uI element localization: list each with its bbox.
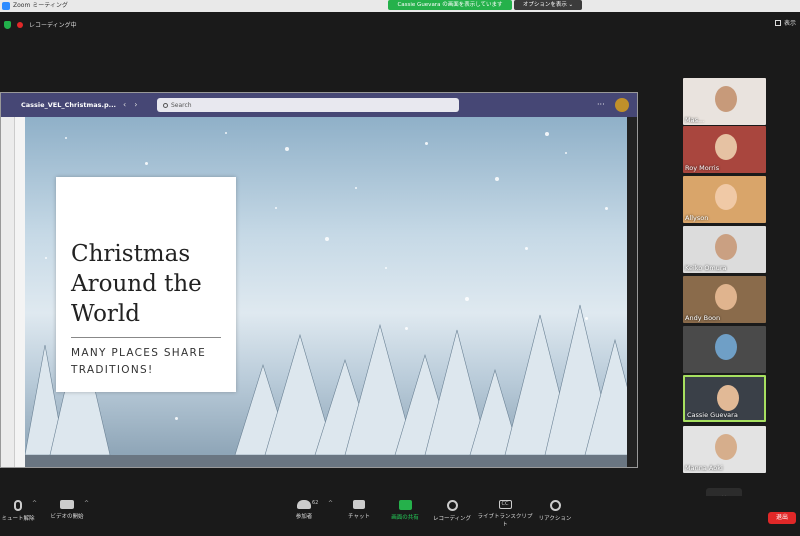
snowflake (605, 207, 608, 210)
chat-label: チャット (348, 514, 370, 520)
video-label: ビデオの開始 (50, 514, 84, 520)
file-name: Cassie_VEL_Christmas.p... (21, 101, 117, 109)
participants-count: 62 (312, 500, 319, 506)
recording-icon (17, 21, 23, 28)
snowflake (545, 132, 549, 136)
participant-tile[interactable]: Keiko Omura (683, 226, 766, 273)
participant-tile[interactable]: Andy Boon (683, 276, 766, 323)
participant-avatar (715, 334, 737, 360)
reaction-icon (549, 500, 561, 511)
record-label: レコーディング (432, 516, 472, 522)
transcript-label: ライブトランスクリプト (477, 514, 533, 528)
slide-footer-strip (25, 455, 627, 467)
reactions-label: リアクション (538, 516, 572, 522)
search-placeholder: Search (171, 101, 192, 109)
avatar[interactable] (615, 98, 629, 112)
reactions-button[interactable]: リアクション (538, 500, 572, 522)
chat-button[interactable]: チャット (344, 500, 374, 520)
snowflake (525, 247, 528, 250)
share-label: 画面の共有 (391, 515, 419, 521)
participant-name: Andy Boon (685, 314, 721, 322)
security-shield-icon[interactable] (4, 20, 11, 29)
closed-caption-icon: CC (498, 500, 512, 509)
view-button[interactable]: 表示 (774, 18, 796, 27)
scroll-region (627, 117, 637, 467)
participant-avatar (715, 234, 737, 260)
camera-icon (60, 500, 74, 509)
window-titlebar: Zoom ミーティング Cassie Guevara の画面を表示しています オ… (0, 0, 800, 12)
leave-button[interactable]: 退出 (768, 512, 796, 524)
video-options-chevron-icon[interactable]: ^ (84, 500, 89, 507)
chat-icon (353, 500, 365, 509)
live-transcript-button[interactable]: CC ライブトランスクリプト (476, 500, 534, 528)
snowflake (425, 142, 428, 145)
participant-name: Mas... (685, 116, 705, 124)
app-title: Zoom ミーティング (2, 0, 68, 12)
participant-name: Manna Aoki (685, 464, 723, 472)
snowflake (325, 237, 329, 241)
participant-name: Roy Morris (685, 164, 720, 172)
meeting-toolbar: ミュート解除 ^ ビデオの開始 ^ 参加者 62 ^ チャット 画面の共有 レコ… (0, 496, 800, 536)
participant-avatar (715, 284, 737, 310)
snowflake (65, 137, 67, 139)
title-card: Christmas Around the World MANY PLACES S… (56, 177, 236, 392)
participant-avatar (715, 434, 737, 460)
slide-title: Christmas Around the World (71, 241, 202, 327)
search-icon (163, 102, 168, 108)
participants-label: 参加者 (295, 514, 313, 520)
participants-icon (297, 500, 311, 509)
teams-left-rail (1, 117, 15, 467)
participant-tile[interactable]: Manna Aoki (683, 426, 766, 473)
participant-avatar (715, 134, 737, 160)
snowflake (495, 177, 499, 181)
participant-name: Cassie Guevara (687, 411, 738, 419)
microphone-icon (14, 500, 22, 511)
divider (71, 337, 221, 338)
mute-button[interactable]: ミュート解除 (0, 500, 36, 522)
participant-name: Keiko Omura (685, 264, 727, 272)
meeting-status: レコーディング中 (4, 20, 77, 29)
record-button[interactable]: レコーディング (432, 500, 472, 522)
snowflake (275, 207, 277, 209)
presentation-slide: Christmas Around the World MANY PLACES S… (25, 117, 627, 455)
participant-tile[interactable]: Mas... (683, 78, 766, 125)
view-options-button[interactable]: オプションを表示 ⌄ (514, 0, 582, 10)
participant-tile[interactable] (683, 326, 766, 373)
slide-subtitle: MANY PLACES SHARE TRADITIONS! (71, 347, 207, 376)
recording-status: レコーディング中 (29, 22, 77, 29)
share-screen-icon (398, 500, 412, 510)
shared-screen: Cassie_VEL_Christmas.p... ‹› Search ··· (0, 92, 638, 468)
snowflake (145, 162, 148, 165)
video-button[interactable]: ビデオの開始 (46, 500, 88, 520)
participant-avatar (715, 86, 737, 112)
snowflake (355, 187, 357, 189)
participant-avatar (717, 385, 739, 411)
share-screen-button[interactable]: 画面の共有 (386, 500, 424, 521)
snowflake (45, 257, 47, 259)
app-title-text: Zoom ミーティング (13, 2, 68, 9)
participant-avatar (715, 184, 737, 210)
participant-tile[interactable]: Cassie Guevara (683, 375, 766, 422)
zoom-logo-icon (2, 2, 10, 10)
snowflake (385, 267, 387, 269)
participants-chevron-icon[interactable]: ^ (328, 500, 333, 507)
snowflake (565, 152, 567, 154)
participant-tile[interactable]: Allyson (683, 176, 766, 223)
view-button-label: 表示 (783, 20, 796, 27)
teams-header: Cassie_VEL_Christmas.p... ‹› Search ··· (1, 93, 637, 117)
meeting-area: レコーディング中 表示 Cassie_VEL_Christmas.p... ‹›… (0, 12, 800, 536)
audio-options-chevron-icon[interactable]: ^ (32, 500, 37, 507)
nav-arrows[interactable]: ‹› (123, 93, 145, 117)
search-box[interactable]: Search (157, 98, 459, 112)
grid-icon (774, 19, 781, 26)
record-icon (446, 500, 458, 511)
participant-name: Allyson (685, 214, 709, 222)
snowflake (285, 147, 289, 151)
screen-share-banner: Cassie Guevara の画面を表示しています (388, 0, 512, 10)
snowflake (225, 132, 227, 134)
participant-tile[interactable]: Roy Morris (683, 126, 766, 173)
more-options-icon[interactable]: ··· (597, 93, 605, 117)
mute-label: ミュート解除 (1, 516, 35, 522)
